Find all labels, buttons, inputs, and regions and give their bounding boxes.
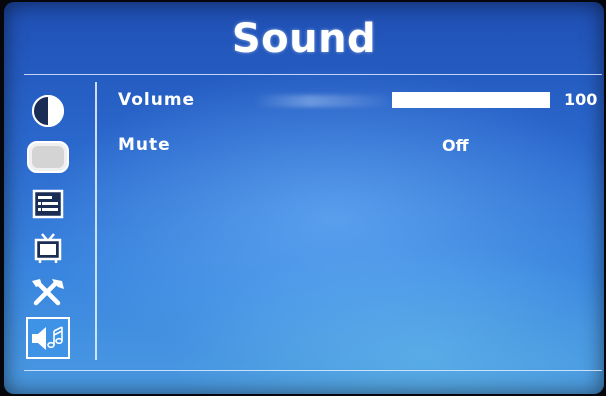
volume-slider[interactable]: [392, 92, 550, 108]
volume-slider-fill: [392, 92, 550, 108]
osd-menu-icon: [32, 189, 64, 219]
volume-value: 100: [564, 90, 598, 109]
tv-icon: [34, 233, 62, 263]
page-title: Sound: [231, 16, 377, 62]
mute-value[interactable]: Off: [442, 136, 469, 155]
footer-divider: [24, 370, 602, 371]
sidebar-item-setup[interactable]: [26, 272, 70, 312]
osd-menu-screen: Sound Volume 100 Mute Off: [4, 2, 604, 394]
sidebar-divider: [95, 82, 97, 360]
speaker-music-icon: [32, 326, 63, 350]
sidebar-item-osd[interactable]: [26, 184, 70, 224]
mute-row[interactable]: Mute: [118, 135, 598, 161]
sidebar-item-picture[interactable]: [26, 91, 70, 131]
volume-label: Volume: [118, 90, 196, 110]
sidebar-item-sound[interactable]: [26, 317, 70, 359]
brightness-contrast-icon: [32, 95, 64, 127]
sidebar-item-screen[interactable]: [26, 137, 70, 177]
volume-highlight: [254, 95, 394, 107]
tools-icon: [32, 279, 64, 306]
header-divider: [24, 74, 602, 75]
screen-image-icon: [27, 141, 69, 173]
mute-label: Mute: [118, 135, 171, 155]
sidebar-item-tv[interactable]: [26, 228, 70, 268]
